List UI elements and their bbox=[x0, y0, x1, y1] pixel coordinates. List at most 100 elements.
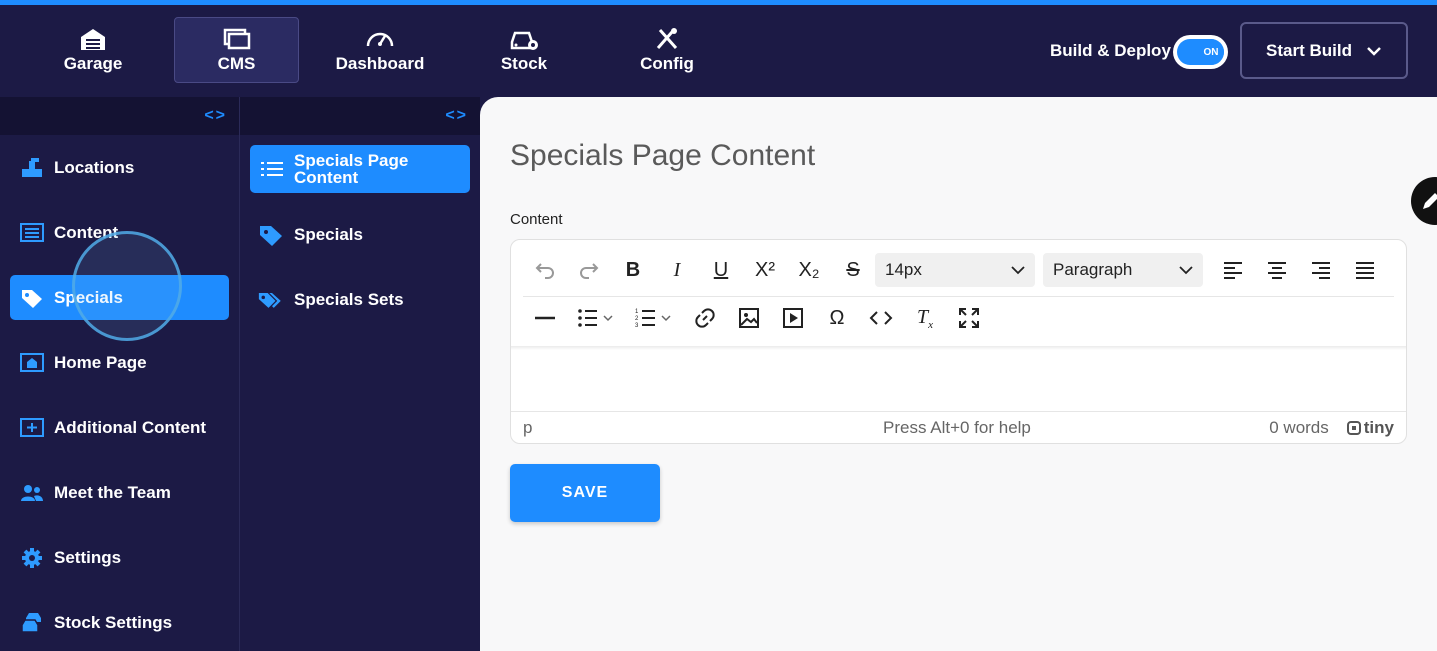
align-left-icon bbox=[1224, 262, 1242, 279]
justify-button[interactable] bbox=[1343, 252, 1387, 288]
undo-button[interactable] bbox=[523, 252, 567, 288]
superscript-icon: X² bbox=[755, 258, 775, 281]
svg-text:1: 1 bbox=[635, 309, 639, 315]
font-size-value: 14px bbox=[885, 260, 922, 279]
bold-icon: B bbox=[625, 258, 641, 281]
team-icon bbox=[21, 484, 43, 501]
align-center-button[interactable] bbox=[1255, 252, 1299, 288]
image-icon bbox=[739, 308, 759, 328]
sidebar-item-label: Locations bbox=[54, 157, 135, 177]
fullscreen-icon bbox=[959, 308, 979, 328]
subscript-icon: X₂ bbox=[798, 258, 820, 281]
numbered-list-icon: 123 bbox=[635, 309, 671, 329]
svg-text:3: 3 bbox=[635, 323, 639, 329]
subnav-item-label: Specials Sets bbox=[294, 290, 404, 309]
clear-formatting-button[interactable]: Tx bbox=[903, 300, 947, 336]
nav-dashboard-label: Dashboard bbox=[335, 54, 425, 73]
save-button[interactable]: SAVE bbox=[510, 464, 660, 522]
toggle-knob: ON bbox=[1198, 39, 1224, 65]
image-button[interactable] bbox=[727, 300, 771, 336]
font-size-select[interactable]: 14px bbox=[875, 253, 1035, 287]
sidebar-item-label: Specials bbox=[54, 287, 123, 307]
align-left-button[interactable] bbox=[1211, 252, 1255, 288]
help-hint: Press Alt+0 for help bbox=[883, 417, 1031, 437]
stock-icon bbox=[510, 31, 538, 50]
redo-button[interactable] bbox=[567, 252, 611, 288]
sidebar-item-settings[interactable]: Settings bbox=[10, 535, 229, 580]
fullscreen-button[interactable] bbox=[947, 300, 991, 336]
nav-cms-label: CMS bbox=[217, 54, 256, 73]
block-format-value: Paragraph bbox=[1053, 260, 1133, 279]
horizontal-rule-icon bbox=[535, 316, 555, 320]
horizontal-rule-button[interactable] bbox=[523, 300, 567, 336]
sidebar-collapse-toggle[interactable]: <> bbox=[0, 97, 239, 135]
dashboard-icon bbox=[366, 32, 394, 47]
sidebar-item-additional-content[interactable]: Additional Content bbox=[10, 405, 229, 450]
tiny-brand[interactable]: tiny bbox=[1346, 417, 1394, 438]
block-format-select[interactable]: Paragraph bbox=[1043, 253, 1203, 287]
align-right-button[interactable] bbox=[1299, 252, 1343, 288]
svg-text:2: 2 bbox=[635, 316, 639, 322]
nav-stock[interactable]: Stock bbox=[485, 17, 563, 83]
nav-cms[interactable]: CMS bbox=[174, 17, 299, 83]
omega-icon: Ω bbox=[829, 306, 845, 329]
element-path[interactable]: p bbox=[523, 418, 883, 438]
sidebar-item-specials[interactable]: Specials bbox=[10, 275, 229, 320]
start-build-label: Start Build bbox=[1266, 40, 1352, 60]
chevron-down-icon bbox=[1367, 46, 1381, 56]
italic-button[interactable]: I bbox=[655, 252, 699, 288]
media-icon bbox=[783, 308, 803, 328]
primary-sidebar: <> Locations Content Specials Home Page … bbox=[0, 97, 240, 651]
editor-body[interactable] bbox=[511, 350, 1406, 412]
numbered-list-button[interactable]: 123 bbox=[625, 300, 683, 336]
sidebar-item-content[interactable]: Content bbox=[10, 210, 229, 255]
tag-icon bbox=[22, 289, 42, 308]
nav-config-label: Config bbox=[640, 54, 694, 73]
chevron-down-icon bbox=[1179, 265, 1193, 274]
start-build-button[interactable]: Start Build bbox=[1240, 22, 1408, 79]
strikethrough-button[interactable]: S bbox=[831, 252, 875, 288]
stock-settings-icon bbox=[21, 612, 41, 633]
subnav-item-specials-sets[interactable]: Specials Sets bbox=[250, 288, 470, 312]
collapse-arrows-icon: <> bbox=[204, 107, 227, 124]
main-content: Specials Page Content Content B I U X² X… bbox=[480, 97, 1437, 651]
subnav-item-specials-page-content[interactable]: Specials Page Content bbox=[250, 145, 470, 193]
rich-text-editor: B I U X² X₂ S 14px Paragraph 123 Ω Tx p … bbox=[510, 239, 1407, 444]
build-deploy-toggle[interactable]: ON bbox=[1173, 35, 1228, 69]
nav-dashboard[interactable]: Dashboard bbox=[330, 17, 430, 83]
align-center-icon bbox=[1268, 262, 1286, 279]
tag-icon bbox=[260, 226, 282, 246]
subscript-button[interactable]: X₂ bbox=[787, 252, 831, 288]
underline-button[interactable]: U bbox=[699, 252, 743, 288]
sidebar-item-home-page[interactable]: Home Page bbox=[10, 340, 229, 385]
subnav-collapse-toggle[interactable]: <> bbox=[240, 97, 480, 135]
editor-statusbar: p Press Alt+0 for help 0 words tiny bbox=[511, 411, 1406, 443]
content-field-label: Content bbox=[510, 211, 563, 228]
sidebar-item-label: Home Page bbox=[54, 352, 147, 372]
sidebar-item-locations[interactable]: Locations bbox=[10, 145, 229, 190]
tiny-brand-label: tiny bbox=[1363, 417, 1394, 437]
superscript-button[interactable]: X² bbox=[743, 252, 787, 288]
add-content-icon bbox=[20, 417, 44, 437]
nav-garage[interactable]: Garage bbox=[48, 17, 138, 83]
italic-icon: I bbox=[673, 258, 681, 281]
word-count[interactable]: 0 words bbox=[1269, 418, 1329, 438]
sidebar-item-label: Stock Settings bbox=[54, 612, 173, 632]
source-code-button[interactable] bbox=[859, 300, 903, 336]
media-button[interactable] bbox=[771, 300, 815, 336]
bold-button[interactable]: B bbox=[611, 252, 655, 288]
cms-icon bbox=[223, 28, 250, 50]
undo-icon bbox=[535, 263, 554, 279]
bullet-list-button[interactable] bbox=[567, 300, 625, 336]
garage-icon bbox=[81, 29, 105, 50]
subnav-item-specials[interactable]: Specials bbox=[250, 223, 470, 247]
nav-config[interactable]: Config bbox=[628, 17, 706, 83]
config-icon bbox=[656, 28, 678, 49]
save-button-label: SAVE bbox=[561, 484, 609, 501]
sidebar-item-meet-the-team[interactable]: Meet the Team bbox=[10, 470, 229, 515]
special-character-button[interactable]: Ω bbox=[815, 300, 859, 336]
link-button[interactable] bbox=[683, 300, 727, 336]
sidebar-item-label: Meet the Team bbox=[54, 482, 171, 502]
sidebar-item-label: Additional Content bbox=[54, 417, 207, 437]
sidebar-item-stock-settings[interactable]: Stock Settings bbox=[10, 600, 229, 645]
